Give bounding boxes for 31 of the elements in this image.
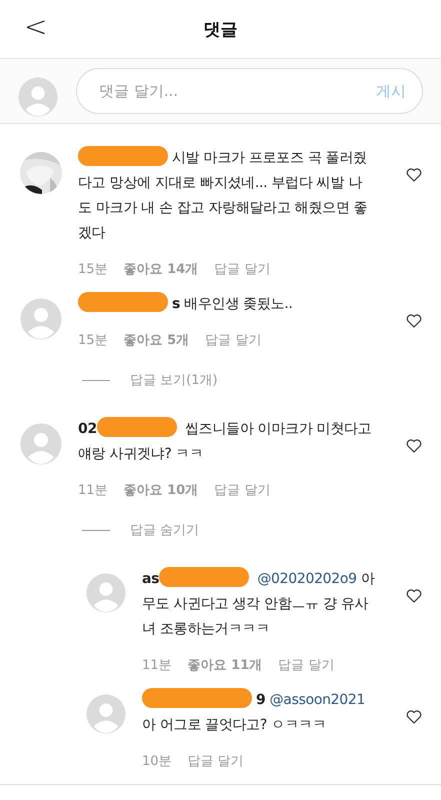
reply-button[interactable]: 답글 달기: [214, 481, 270, 499]
heart-icon[interactable]: [405, 437, 423, 455]
reply-button[interactable]: 답글 달기: [278, 656, 334, 674]
replies-toggle[interactable]: 답글 보기(1개): [130, 371, 218, 389]
comment-time: 15분: [78, 332, 108, 349]
comment-text: as @02020202o9 아무도 사귄다고 생각 안함ㅡㅠ 걍 유사녀 조롱하는거ㅋㅋㅋ: [142, 561, 375, 642]
heart-icon[interactable]: [405, 708, 423, 726]
comment-text: 9 @assoon2021 아 어그로 끌엇다고? ㅇㅋㅋㅋ: [142, 682, 375, 738]
comment-field[interactable]: 댓글 달기... 게시: [76, 68, 423, 114]
heart-icon[interactable]: [405, 587, 423, 605]
comment-text: 시발 마크가 프로포즈 곡 풀러줬다고 망상에 지대로 빠지셨네... 부럽다 씨발 나도 마크가 내 손 잡고 자랑해달라고 해줬으면 좋겠다: [78, 140, 375, 246]
comment-text: s 배우인생 좆됬노..: [78, 286, 375, 317]
reply-button[interactable]: 답글 달기: [214, 260, 270, 278]
comment-time: 11분: [78, 482, 108, 499]
like-count[interactable]: 좋아요 10개: [124, 481, 198, 499]
post-button[interactable]: 게시: [376, 82, 406, 100]
like-count[interactable]: 좋아요 14개: [124, 260, 198, 278]
comment-time: 11분: [142, 657, 172, 674]
comment-time: 15분: [78, 261, 108, 278]
like-count[interactable]: 좋아요 11개: [188, 656, 262, 674]
reply-button[interactable]: 답글 달기: [188, 752, 244, 770]
back-button[interactable]: <: [24, 10, 48, 43]
heart-icon[interactable]: [405, 166, 423, 184]
comment-time: 10분: [142, 753, 172, 770]
like-count[interactable]: 좋아요 5개: [124, 331, 190, 349]
avatar-icon: [18, 77, 58, 117]
page-title: 댓글: [204, 18, 238, 40]
comment-text: 02 씹즈니들아 이마크가 미쳣다고 얘랑 사귀겟냐? ㅋㅋ: [78, 411, 375, 467]
heart-icon[interactable]: [405, 312, 423, 330]
reply-button[interactable]: 답글 달기: [205, 331, 262, 349]
replies-toggle[interactable]: 답글 숨기기: [130, 521, 200, 539]
